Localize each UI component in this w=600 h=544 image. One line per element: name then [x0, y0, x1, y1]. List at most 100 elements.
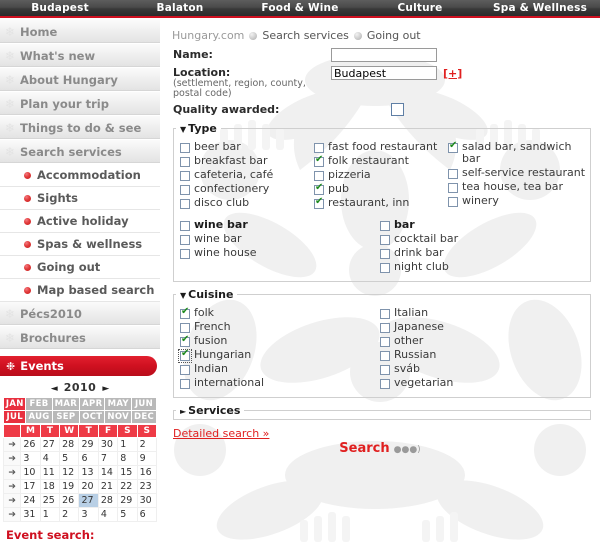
calendar-day-cell[interactable]: 27 — [39, 437, 61, 452]
search-button[interactable]: Search — [339, 441, 389, 456]
calendar-day-cell[interactable]: 21 — [97, 479, 119, 494]
select-week-arrow-icon[interactable]: ➔ — [2, 437, 22, 452]
calendar-month-may[interactable]: MAY — [104, 397, 133, 411]
sidebar-item-pecs2010[interactable]: ❄ Pécs2010 — [0, 302, 160, 326]
checkbox-cuisine-international[interactable]: international — [180, 377, 380, 389]
checkbox-pizzeria[interactable]: pizzeria — [314, 169, 448, 181]
quality-awarded-checkbox[interactable] — [391, 103, 404, 116]
calendar-day-cell[interactable]: 20 — [78, 479, 99, 494]
checkbox-beer-bar[interactable]: beer bar — [180, 141, 314, 153]
sidebar-item-active-holiday[interactable]: Active holiday — [0, 210, 160, 233]
sidebar-item-about-hungary[interactable]: ❄ About Hungary — [0, 68, 160, 92]
select-week-arrow-icon[interactable]: ➔ — [2, 465, 22, 480]
calendar-day-cell[interactable]: 15 — [117, 465, 138, 480]
next-year-arrow-icon[interactable]: ► — [96, 384, 115, 394]
calendar-day-cell[interactable]: 4 — [97, 507, 119, 522]
checkbox-cuisine-vegetarian[interactable]: vegetarian — [380, 377, 580, 389]
checkbox-self-service-restaurant[interactable]: self-service restaurant — [448, 167, 588, 179]
calendar-day-cell[interactable]: 6 — [78, 451, 99, 466]
calendar-day-cell[interactable]: 5 — [117, 507, 138, 522]
select-week-arrow-icon[interactable]: ➔ — [2, 451, 22, 466]
checkbox-winery[interactable]: winery — [448, 195, 588, 207]
sidebar-item-map-based-search[interactable]: Map based search — [0, 279, 160, 302]
calendar-day-cell[interactable]: 31 — [20, 507, 41, 522]
calendar-day-cell[interactable]: 26 — [20, 437, 41, 452]
checkbox-group-bar[interactable]: bar — [380, 219, 580, 231]
checkbox-cuisine-japanese[interactable]: Japanese — [380, 321, 580, 333]
checkbox-folk-restaurant[interactable]: folk restaurant — [314, 155, 448, 167]
calendar-day-cell[interactable]: 17 — [20, 479, 41, 494]
calendar-day-cell[interactable]: 28 — [59, 437, 80, 452]
calendar-day-cell[interactable]: 19 — [59, 479, 80, 494]
calendar-month-nov[interactable]: NOV — [104, 410, 133, 424]
checkbox-disco-club[interactable]: disco club — [180, 197, 314, 209]
calendar-day-cell[interactable]: 2 — [59, 507, 80, 522]
nav-item-spa-and-wellness[interactable]: Spa & Wellness — [480, 0, 600, 16]
checkbox-breakfast-bar[interactable]: breakfast bar — [180, 155, 314, 167]
calendar-day-cell[interactable]: 9 — [136, 451, 158, 466]
calendar-day-cell[interactable]: 18 — [39, 479, 61, 494]
calendar-day-cell[interactable]: 6 — [136, 507, 158, 522]
sidebar-item-whats-new[interactable]: ❄ What's new — [0, 44, 160, 68]
calendar-day-cell[interactable]: 2 — [136, 437, 158, 452]
calendar-month-mar[interactable]: MAR — [51, 397, 81, 411]
checkbox-tea-house-tea-bar[interactable]: tea house, tea bar — [448, 181, 588, 193]
detailed-search-link[interactable]: Detailed search » — [173, 427, 269, 440]
calendar-day-cell-selected[interactable]: 27 — [78, 493, 99, 508]
select-week-arrow-icon[interactable]: ➔ — [2, 479, 22, 494]
sidebar-item-search-services[interactable]: ❄ Search services — [0, 140, 160, 164]
nav-item-culture[interactable]: Culture — [360, 0, 480, 16]
calendar-day-cell[interactable]: 5 — [59, 451, 80, 466]
section-services-header[interactable]: ► Services — [176, 404, 244, 417]
calendar-day-cell[interactable]: 29 — [78, 437, 99, 452]
calendar-day-cell[interactable]: 29 — [117, 493, 138, 508]
calendar-day-cell[interactable]: 25 — [39, 493, 61, 508]
events-panel-header[interactable]: ❉ Events — [0, 356, 157, 376]
calendar-month-sep[interactable]: SEP — [51, 410, 81, 424]
checkbox-wine-house[interactable]: wine house — [180, 247, 380, 259]
calendar-day-cell[interactable]: 1 — [117, 437, 138, 452]
breadcrumb-item-hungary[interactable]: Hungary.com — [172, 29, 244, 42]
prev-year-arrow-icon[interactable]: ◄ — [45, 384, 64, 394]
checkbox-night-club[interactable]: night club — [380, 261, 580, 273]
checkbox-cuisine-folk[interactable]: folk — [180, 307, 380, 319]
checkbox-cuisine-fusion[interactable]: fusion — [180, 335, 380, 347]
sidebar-item-plan-your-trip[interactable]: ❄ Plan your trip — [0, 92, 160, 116]
checkbox-cafeteria-cafe[interactable]: cafeteria, café — [180, 169, 314, 181]
add-location-link[interactable]: [+] — [443, 67, 462, 80]
checkbox-group-wine-bar[interactable]: wine bar — [180, 219, 380, 231]
calendar-day-cell[interactable]: 22 — [117, 479, 138, 494]
calendar-day-cell[interactable]: 30 — [136, 493, 158, 508]
sidebar-item-accommodation[interactable]: Accommodation — [0, 164, 160, 187]
checkbox-confectionery[interactable]: confectionery — [180, 183, 314, 195]
breadcrumb-item-search-services[interactable]: Search services — [262, 29, 348, 42]
calendar-month-apr[interactable]: APR — [79, 397, 106, 411]
calendar-day-cell[interactable]: 16 — [136, 465, 158, 480]
calendar-month-dec[interactable]: DEC — [131, 410, 157, 424]
nav-item-food-and-wine[interactable]: Food & Wine — [240, 0, 360, 16]
calendar-day-cell[interactable]: 4 — [39, 451, 61, 466]
calendar-day-cell[interactable]: 30 — [97, 437, 119, 452]
calendar-month-jan[interactable]: JAN — [2, 397, 27, 411]
calendar-day-cell[interactable]: 11 — [39, 465, 61, 480]
sidebar-item-things-to-do-and-see[interactable]: ❄ Things to do & see — [0, 116, 160, 140]
section-cuisine-header[interactable]: ▼ Cuisine — [176, 288, 237, 301]
calendar-day-cell[interactable]: 7 — [97, 451, 119, 466]
calendar-day-cell[interactable]: 3 — [78, 507, 99, 522]
checkbox-cuisine-indian[interactable]: Indian — [180, 363, 380, 375]
select-week-arrow-icon[interactable]: ➔ — [2, 507, 22, 522]
checkbox-drink-bar[interactable]: drink bar — [380, 247, 580, 259]
nav-item-budapest[interactable]: Budapest — [0, 0, 120, 16]
calendar-month-oct[interactable]: OCT — [79, 410, 106, 424]
checkbox-restaurant-inn[interactable]: restaurant, inn — [314, 197, 448, 209]
calendar-month-jul[interactable]: JUL — [2, 410, 27, 424]
calendar-day-cell[interactable]: 24 — [20, 493, 41, 508]
calendar-day-cell[interactable]: 28 — [97, 493, 119, 508]
sidebar-item-brochures[interactable]: ❄ Brochures — [0, 326, 160, 350]
checkbox-wine-bar[interactable]: wine bar — [180, 233, 380, 245]
calendar-day-cell[interactable]: 13 — [78, 465, 99, 480]
calendar-day-cell[interactable]: 10 — [20, 465, 41, 480]
checkbox-pub[interactable]: pub — [314, 183, 448, 195]
calendar-month-aug[interactable]: AUG — [25, 410, 53, 424]
checkbox-cuisine-french[interactable]: French — [180, 321, 380, 333]
